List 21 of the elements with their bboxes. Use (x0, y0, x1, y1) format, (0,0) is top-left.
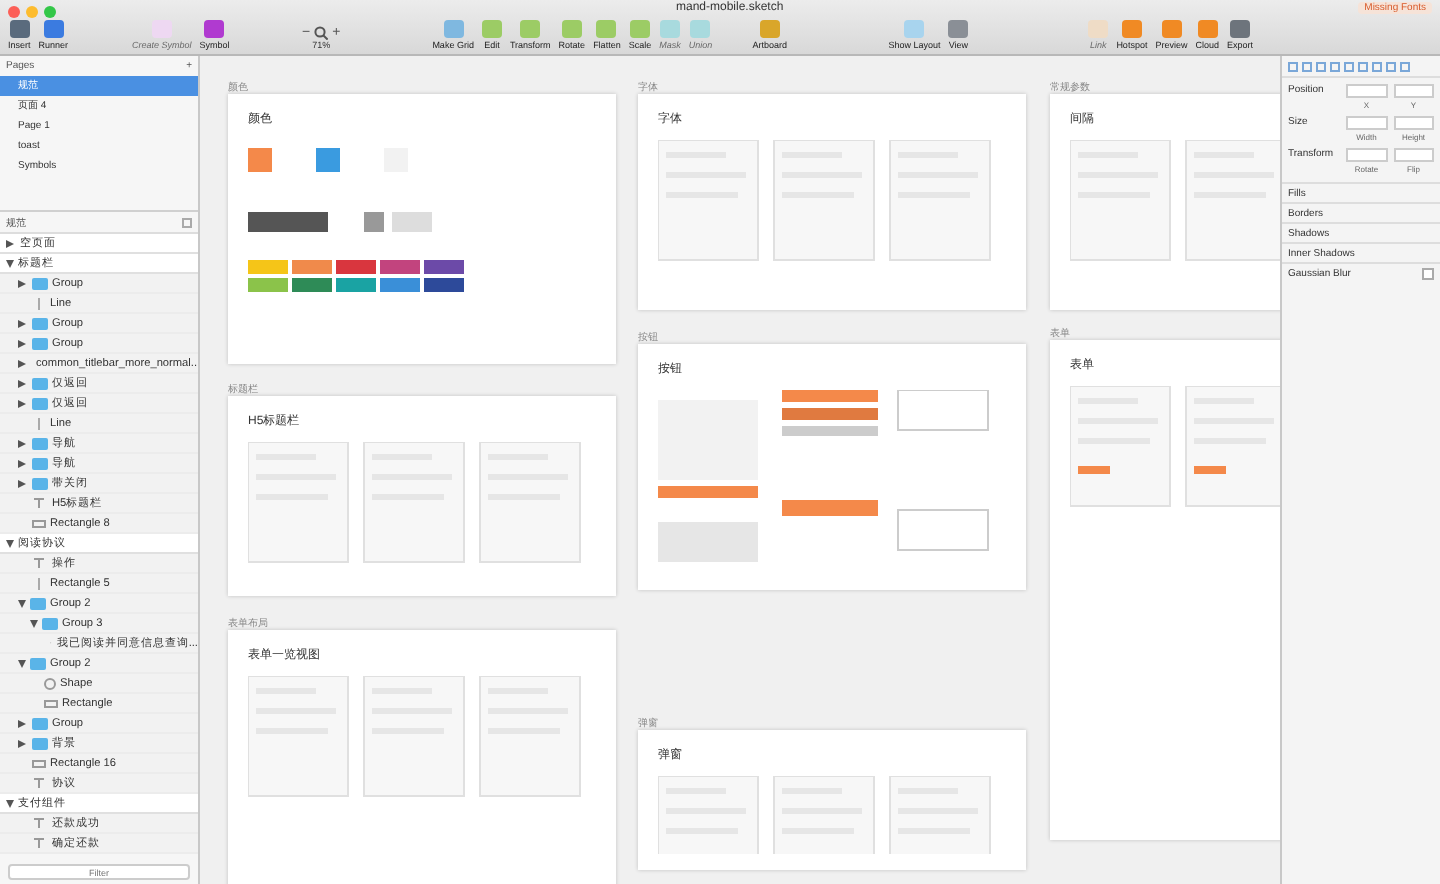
rectangle-icon (44, 699, 58, 707)
value-field[interactable] (1346, 84, 1387, 98)
checkbox[interactable] (1422, 267, 1434, 279)
folder-icon (30, 657, 46, 669)
value-field[interactable] (1346, 148, 1387, 162)
minimize-button[interactable] (26, 6, 38, 18)
rectangle-icon (32, 519, 46, 527)
line-icon (38, 577, 40, 589)
value-field[interactable] (1393, 116, 1434, 130)
value-field[interactable] (1393, 84, 1434, 98)
value-field[interactable] (1393, 148, 1434, 162)
search-icon (314, 26, 329, 40)
value-field[interactable] (1346, 116, 1387, 130)
folder-icon (32, 277, 48, 289)
collapse-icon[interactable] (182, 217, 192, 227)
shape-icon (44, 677, 56, 689)
zoom-button[interactable] (44, 6, 56, 18)
line-icon (38, 297, 40, 309)
rectangle-icon (32, 759, 46, 767)
line-icon (38, 417, 40, 429)
close-button[interactable] (8, 6, 20, 18)
